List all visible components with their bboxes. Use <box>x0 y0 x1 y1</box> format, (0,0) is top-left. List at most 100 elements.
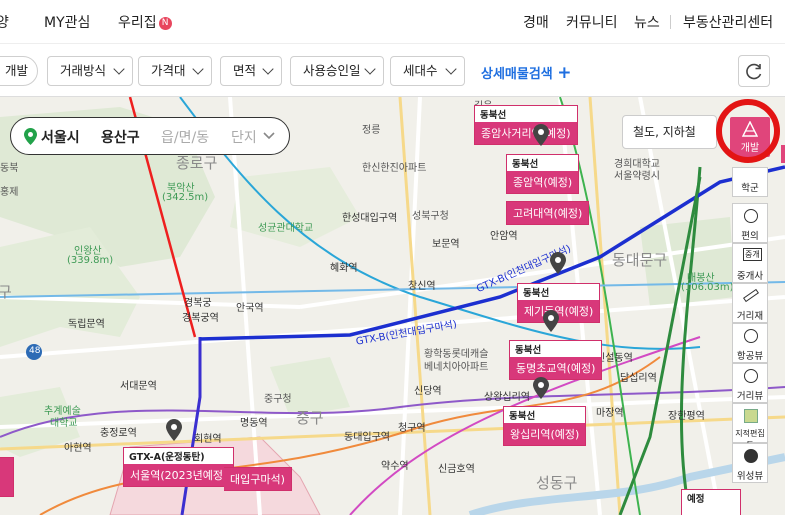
station-label: 신당역 <box>414 386 442 397</box>
dev-marker[interactable]: 동북선 종암사거리역(예정) <box>474 105 578 145</box>
location-pin-icon <box>24 128 37 145</box>
dev-marker[interactable]: 동북선 동명초교역(예정) <box>509 340 603 380</box>
tool-air-button[interactable]: 항공뷰 <box>732 323 768 363</box>
top-navigation: 양 MY관심 우리집 N 경매 커뮤니티 뉴스 부동산관리센터 <box>0 0 785 44</box>
nav-auction[interactable]: 경매 <box>523 12 549 32</box>
tool-street-button[interactable]: 거리뷰 <box>732 363 768 403</box>
tool-satellite-label: 위성뷰 <box>736 471 764 482</box>
dev-marker-name: 왕십리역(예정) <box>504 423 586 445</box>
filter-trade-type[interactable]: 거래방식 <box>47 56 133 86</box>
tool-satellite-button[interactable]: 위성뷰 <box>732 443 768 483</box>
tool-convenience-button[interactable]: 편의 <box>732 203 768 243</box>
tool-agent-button[interactable]: 중개중개사 <box>732 243 768 283</box>
chevron-down-icon <box>192 63 204 75</box>
station-label: 한성대입구역 <box>342 213 398 224</box>
town-select[interactable]: 읍/면/동 <box>161 127 209 147</box>
landmark-label: 정릉 <box>362 125 381 136</box>
map-canvas[interactable]: 종로구 동대문구 중구 성동구 구 북악산 (342.5m) 인왕산 (339.… <box>0 97 785 515</box>
nav-my-interest[interactable]: MY관심 <box>44 12 90 32</box>
nav-community[interactable]: 커뮤니티 <box>566 12 618 32</box>
transit-layer-select[interactable]: 철도, 지하철 <box>622 115 717 149</box>
dev-marker[interactable]: GTX-A(운정동탄) 서울역(2023년예정) <box>123 447 235 487</box>
dev-marker[interactable]: 동북선 종암역(예정) <box>506 154 580 194</box>
nav-manager-center[interactable]: 부동산관리센터 <box>683 12 773 32</box>
landmark-label: 동북 <box>0 163 19 174</box>
dev-marker-line: 동북선 <box>480 110 507 121</box>
district-select[interactable]: 용산구 <box>101 127 140 147</box>
map-pin-icon <box>533 124 549 146</box>
dev-marker-name: 종암역(예정) <box>507 171 579 193</box>
station-label: 독립문역 <box>68 319 105 330</box>
station-label: 명동역 <box>240 418 268 429</box>
transit-layer-label: 철도, 지하철 <box>633 125 696 139</box>
district-label: 성동구 <box>536 474 578 492</box>
mountain-height: (106.03m) <box>681 282 734 293</box>
station-label: 신금호역 <box>438 464 475 475</box>
chevron-down-icon <box>364 63 376 75</box>
dev-marker-name: 대입구마석) <box>224 468 291 490</box>
map-pin-icon <box>543 310 559 332</box>
landmark-label: 성균관대학교 <box>258 223 314 234</box>
dev-marker-partial[interactable] <box>0 457 14 497</box>
cadastral-icon <box>744 409 758 423</box>
station-label: 답십리역 <box>620 373 657 384</box>
dev-marker[interactable]: 고려대역(예정) <box>506 201 590 225</box>
dev-marker-line: 동북선 <box>512 159 539 170</box>
filter-development-label: 개발 <box>5 63 29 78</box>
tool-distance-button[interactable]: 거리재기 <box>732 283 768 336</box>
tool-street-label: 거리뷰 <box>736 391 764 402</box>
region-search-bar[interactable]: 서울시 용산구 읍/면/동 단지 <box>10 117 290 155</box>
mountain-height: (342.5m) <box>162 192 209 203</box>
refresh-button[interactable] <box>738 55 770 87</box>
dev-marker[interactable]: 동북선 왕십리역(예정) <box>503 406 587 446</box>
filter-households-label: 세대수 <box>403 63 438 78</box>
tool-learn-label: 학군 <box>741 183 759 194</box>
nav-our-home-label: 우리집 <box>118 15 157 31</box>
filter-approval-date[interactable]: 사용승인일 <box>290 56 384 86</box>
station-label: 안국역 <box>236 303 264 314</box>
tool-cadastral-button[interactable]: 지적편집도 <box>732 403 768 449</box>
dev-marker-line: 동북선 <box>515 345 542 356</box>
nav-item-cut[interactable]: 양 <box>0 12 9 32</box>
filter-price-label: 가격대 <box>151 63 186 78</box>
nav-our-home[interactable]: 우리집 N <box>118 12 172 32</box>
refresh-icon <box>746 63 762 80</box>
tool-agent-label: 중개사 <box>736 271 764 282</box>
ruler-icon <box>743 288 759 303</box>
station-label: 경복궁역 <box>182 313 219 324</box>
city-select[interactable]: 서울시 <box>41 127 80 147</box>
station-label: 창신역 <box>408 281 436 292</box>
station-label: 보문역 <box>432 239 460 250</box>
complex-select[interactable]: 단지 <box>231 127 257 147</box>
landmark-label: 베네치아아파트 <box>424 362 489 373</box>
dev-marker[interactable]: 대입구마석) <box>224 467 292 491</box>
district-label: 동대문구 <box>612 251 668 269</box>
filter-bar: 개발 거래방식 가격대 면적 사용승인일 세대수 상세매물검색 + <box>0 44 785 97</box>
drone-icon <box>744 329 758 343</box>
filter-households[interactable]: 세대수 <box>390 56 465 86</box>
district-label: 구 <box>0 283 12 301</box>
filter-price[interactable]: 가격대 <box>138 56 212 86</box>
station-label: 청구역 <box>398 423 426 434</box>
filter-area[interactable]: 면적 <box>220 56 282 86</box>
filter-development[interactable]: 개발 <box>0 56 38 86</box>
station-label: 안암역 <box>490 231 518 242</box>
filter-area-label: 면적 <box>233 63 257 78</box>
detail-search-button[interactable]: 상세매물검색 + <box>481 63 572 83</box>
nav-divider <box>670 15 671 29</box>
tool-learn-button[interactable]: 학군 <box>732 167 768 197</box>
nav-news[interactable]: 뉴스 <box>634 12 660 32</box>
street-view-icon <box>744 369 758 383</box>
dev-marker[interactable]: 예정 <box>681 489 741 515</box>
agent-icon: 중개 <box>743 248 762 261</box>
detail-search-label: 상세매물검색 <box>481 67 553 82</box>
map-pin-icon <box>166 419 182 441</box>
landmark-label: 경복궁 <box>184 298 212 309</box>
dev-marker-name: 종암사거리역(예정) <box>475 122 577 144</box>
tool-flyout-edge <box>781 145 785 163</box>
station-label: 마장역 <box>596 408 624 419</box>
filter-trade-type-label: 거래방식 <box>60 63 107 78</box>
station-label: 혜화역 <box>330 263 358 274</box>
station-label: 동대입구역 <box>344 432 390 443</box>
district-label: 종로구 <box>176 154 218 172</box>
